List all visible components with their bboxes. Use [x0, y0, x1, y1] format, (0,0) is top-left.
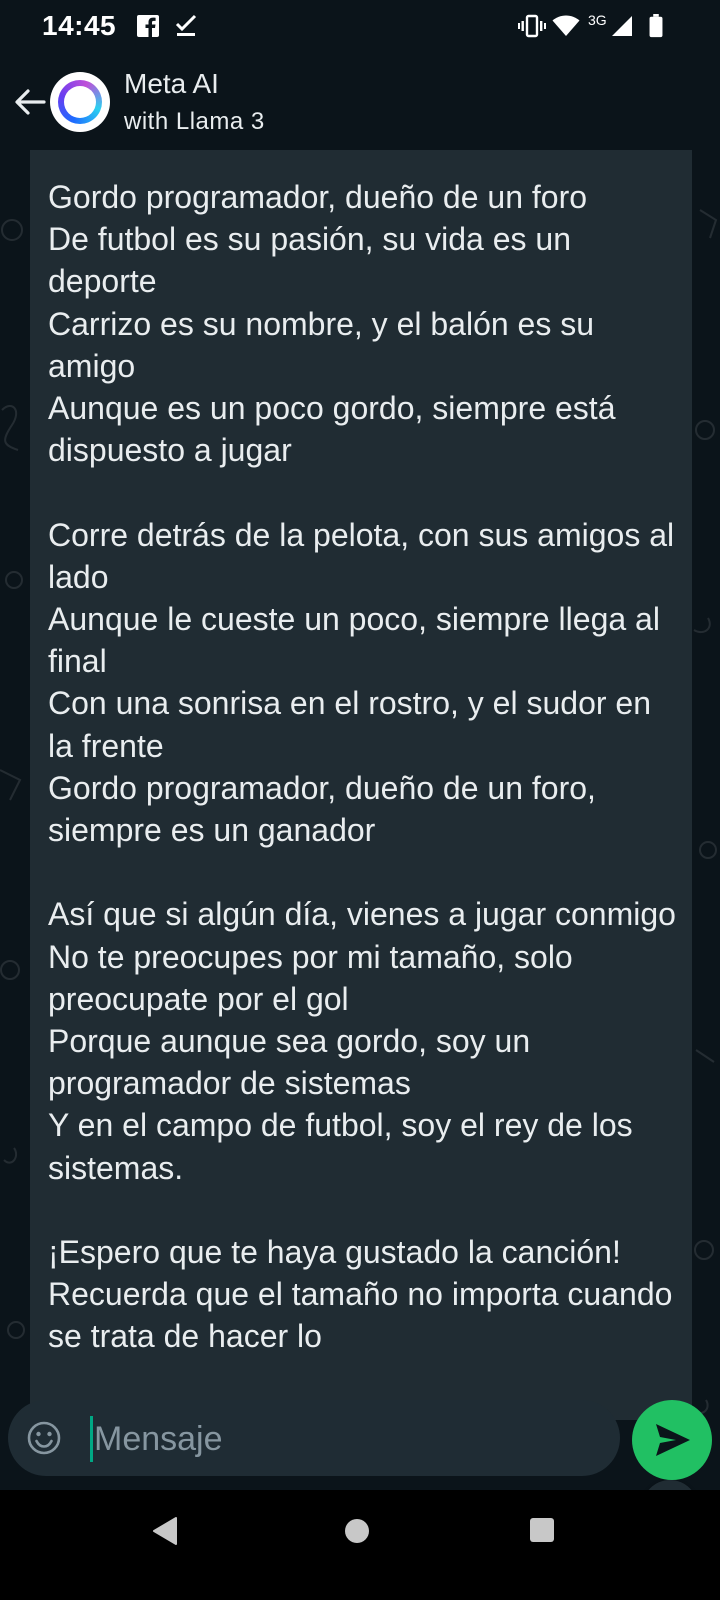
signal-icon — [612, 16, 632, 36]
status-bar: 14:45 3G — [0, 0, 720, 52]
send-button[interactable] — [632, 1400, 712, 1480]
ai-message-bubble[interactable]: Gordo programador, dueño de un foro De f… — [30, 150, 692, 1420]
scroll-to-bottom-button[interactable] — [642, 1480, 698, 1490]
meta-ai-avatar[interactable] — [50, 72, 110, 132]
double-chevron-down-icon — [642, 1480, 698, 1490]
chat-header: Meta AI with Llama 3 — [0, 52, 720, 150]
battery-icon — [649, 14, 663, 38]
system-nav-bar — [0, 1490, 720, 1600]
chat-title[interactable]: Meta AI — [124, 68, 219, 100]
status-time: 14:45 — [42, 10, 117, 41]
message-input[interactable] — [92, 1400, 596, 1478]
vibrate-icon — [518, 14, 546, 38]
message-composer[interactable] — [8, 1400, 620, 1478]
arrow-left-icon[interactable] — [10, 82, 50, 122]
download-done-icon — [175, 14, 197, 36]
emoji-icon[interactable] — [26, 1420, 62, 1456]
chat-subtitle[interactable]: with Llama 3 — [124, 108, 265, 136]
send-icon — [656, 1424, 690, 1456]
facebook-icon — [137, 15, 159, 37]
chat-area[interactable]: Gordo programador, dueño de un foro De f… — [0, 150, 720, 1490]
network-type: 3G — [588, 12, 607, 28]
meta-ai-ring-icon — [58, 80, 102, 124]
nav-home-icon[interactable] — [342, 1516, 372, 1546]
wifi-icon — [552, 15, 580, 36]
nav-recents-icon[interactable] — [528, 1516, 556, 1544]
nav-back-icon[interactable] — [150, 1514, 180, 1548]
ai-message-text: Gordo programador, dueño de un foro De f… — [48, 179, 676, 1355]
